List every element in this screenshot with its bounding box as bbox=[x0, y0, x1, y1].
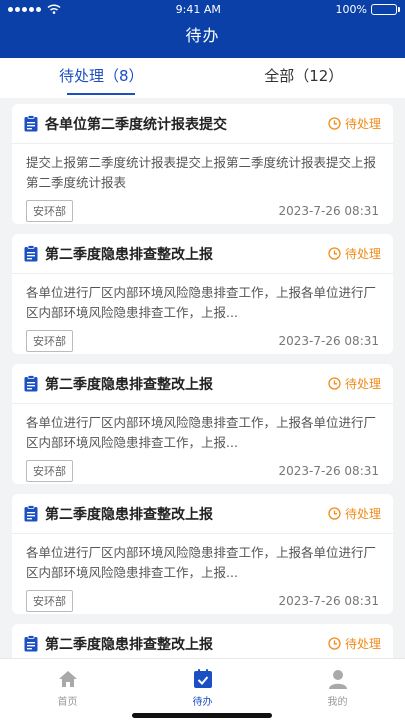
wifi-icon bbox=[47, 4, 61, 14]
status-text: 待处理 bbox=[344, 637, 381, 651]
status-badge: 待处理 bbox=[328, 505, 381, 522]
clipboard-icon bbox=[24, 375, 38, 392]
status-badge: 待处理 bbox=[328, 115, 381, 132]
clock-icon bbox=[328, 507, 341, 520]
todo-card[interactable]: 第二季度隐患排查整改上报 待处理 各单位进行厂区内部环境风险隐患排查工作，上报各… bbox=[12, 364, 393, 484]
dept-tag: 安环部 bbox=[26, 330, 73, 352]
card-description: 各单位进行厂区内部环境风险隐患排查工作，上报各单位进行厂区内部环境风险隐患排查工… bbox=[26, 285, 377, 320]
status-bar: 9:41 AM 100% bbox=[0, 0, 405, 18]
card-date: 2023-7-26 08:31 bbox=[278, 334, 380, 348]
tab-all[interactable]: 全部（12） bbox=[203, 58, 405, 98]
todo-card[interactable]: 第二季度隐患排查整改上报 待处理 各单位进行厂区内部环境风险隐患排查工作，上报各… bbox=[12, 234, 393, 354]
card-title: 第二季度隐患排查整改上报 bbox=[45, 506, 213, 523]
status-text: 待处理 bbox=[344, 117, 381, 131]
tabbar-mine[interactable]: 我的 bbox=[270, 659, 405, 720]
tab-pending[interactable]: 待处理（8） bbox=[0, 58, 203, 98]
todo-card[interactable]: 第二季度隐患排查整改上报 待处理 各单位进行厂区内部环境风险隐患排查工作，上报各… bbox=[12, 494, 393, 614]
card-date: 2023-7-26 08:31 bbox=[278, 594, 380, 608]
dept-tag: 安环部 bbox=[26, 460, 73, 482]
card-title: 各单位第二季度统计报表提交 bbox=[45, 116, 227, 133]
clipboard-icon bbox=[24, 635, 38, 652]
clipboard-icon bbox=[24, 245, 38, 262]
card-title: 第二季度隐患排查整改上报 bbox=[45, 636, 213, 653]
clock-icon bbox=[328, 377, 341, 390]
battery-icon bbox=[370, 3, 400, 15]
signal-icon bbox=[8, 6, 41, 12]
clipboard-icon bbox=[24, 115, 38, 132]
page-title: 待办 bbox=[185, 26, 220, 45]
bottom-tab-bar: 首页 待办 我的 bbox=[0, 658, 405, 720]
filter-tabs: 待处理（8） 全部（12） bbox=[0, 58, 405, 98]
tabbar-home[interactable]: 首页 bbox=[0, 659, 135, 720]
clock-icon bbox=[328, 247, 341, 260]
home-icon bbox=[58, 671, 77, 687]
clipboard-icon bbox=[24, 505, 38, 522]
status-text: 待处理 bbox=[344, 507, 381, 521]
status-badge: 待处理 bbox=[328, 375, 381, 392]
clock-icon bbox=[328, 117, 341, 130]
status-text: 待处理 bbox=[344, 377, 381, 391]
todo-check-icon bbox=[193, 669, 212, 688]
status-text: 待处理 bbox=[344, 247, 381, 261]
battery-percent: 100% bbox=[335, 2, 367, 16]
card-description: 提交上报第二季度统计报表提交上报第二季度统计报表提交上报第二季度统计报表 bbox=[26, 155, 377, 190]
status-time: 9:41 AM bbox=[175, 2, 221, 16]
card-date: 2023-7-26 08:31 bbox=[278, 204, 380, 218]
status-badge: 待处理 bbox=[328, 635, 381, 652]
app-header: 9:41 AM 100% 待办 bbox=[0, 0, 405, 58]
todo-list[interactable]: 各单位第二季度统计报表提交 待处理 提交上报第二季度统计报表提交上报第二季度统计… bbox=[0, 98, 405, 658]
dept-tag: 安环部 bbox=[26, 590, 73, 612]
card-description: 各单位进行厂区内部环境风险隐患排查工作，上报各单位进行厂区内部环境风险隐患排查工… bbox=[26, 545, 377, 580]
tabbar-label: 待办 bbox=[192, 697, 213, 708]
dept-tag: 安环部 bbox=[26, 200, 73, 222]
clock-icon bbox=[328, 637, 341, 650]
tabbar-todo[interactable]: 待办 bbox=[135, 659, 270, 720]
card-title: 第二季度隐患排查整改上报 bbox=[45, 246, 213, 263]
tabbar-label: 首页 bbox=[57, 697, 78, 708]
todo-card[interactable]: 各单位第二季度统计报表提交 待处理 提交上报第二季度统计报表提交上报第二季度统计… bbox=[12, 104, 393, 224]
tabbar-label: 我的 bbox=[327, 697, 348, 708]
home-indicator bbox=[132, 713, 272, 718]
todo-card[interactable]: 第二季度隐患排查整改上报 待处理 bbox=[12, 624, 393, 658]
card-date: 2023-7-26 08:31 bbox=[278, 464, 380, 478]
card-description: 各单位进行厂区内部环境风险隐患排查工作，上报各单位进行厂区内部环境风险隐患排查工… bbox=[26, 415, 377, 450]
card-title: 第二季度隐患排查整改上报 bbox=[45, 376, 213, 393]
user-icon bbox=[328, 670, 347, 689]
status-badge: 待处理 bbox=[328, 245, 381, 262]
